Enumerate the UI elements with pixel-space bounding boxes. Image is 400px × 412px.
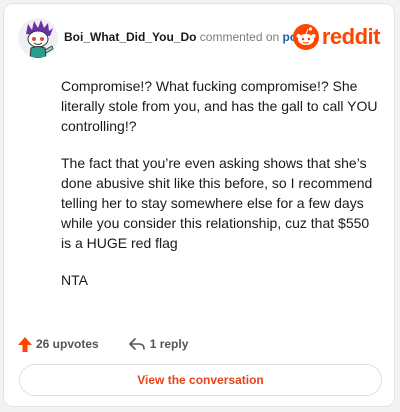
snoo-avatar-icon	[18, 18, 58, 58]
comment-body: Compromise!? What fucking compromise!? S…	[61, 76, 381, 307]
comment-embed-card: Boi_What_Did_You_Do commented on post re…	[3, 3, 395, 407]
avatar[interactable]	[18, 18, 58, 58]
reply-count: 1 reply	[149, 337, 189, 351]
comment-paragraph: The fact that you’re even asking shows t…	[61, 155, 373, 251]
comment-paragraph: Compromise!? What fucking compromise!? S…	[61, 78, 378, 134]
reply-button[interactable]: 1 reply	[128, 337, 189, 351]
reply-arrow-icon	[128, 337, 145, 350]
upvote-button[interactable]: 26 upvotes	[18, 336, 99, 352]
upvote-count: 26 upvotes	[36, 337, 99, 351]
reddit-brand[interactable]: reddit	[292, 22, 381, 52]
comment-header: Boi_What_Did_You_Do commented on post re…	[18, 18, 381, 58]
byline: Boi_What_Did_You_Do commented on post	[64, 30, 308, 44]
action-verb: commented on	[199, 30, 280, 44]
comment-actions: 26 upvotes 1 reply	[18, 332, 188, 356]
reddit-wordmark: reddit	[321, 24, 381, 49]
upvote-arrow-icon	[18, 336, 32, 352]
reddit-logo-icon	[292, 24, 319, 50]
author-username[interactable]: Boi_What_Did_You_Do	[64, 30, 196, 44]
view-conversation-button[interactable]: View the conversation	[19, 364, 382, 396]
comment-paragraph: NTA	[61, 272, 88, 288]
